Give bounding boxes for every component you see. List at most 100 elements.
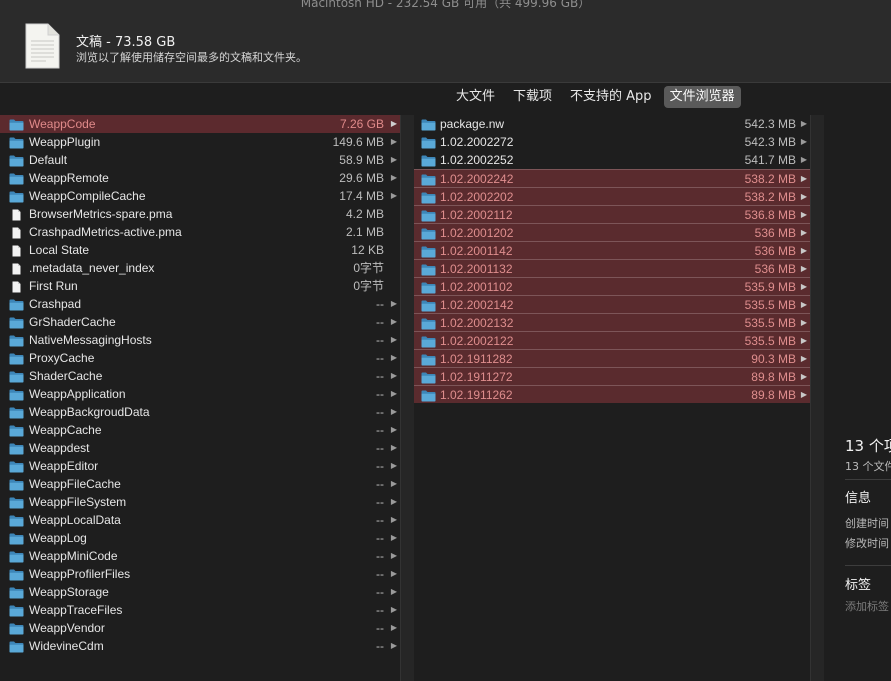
file-column-2[interactable]: package.nw 542.3 MB ▶ 1.02.2002272 542.3 MB ▶… — [414, 115, 810, 681]
folder-row[interactable]: 1.02.2002122 535.5 MB ▶ — [414, 331, 810, 349]
disclosure-arrow-icon[interactable]: ▶ — [391, 439, 397, 457]
item-size: -- — [376, 297, 384, 311]
tab-4[interactable]: 文件浏览器 — [663, 86, 741, 108]
folder-row[interactable]: WeappCache -- ▶ — [0, 421, 400, 439]
folder-row[interactable]: 1.02.2002242 538.2 MB ▶ — [414, 169, 810, 187]
folder-row[interactable]: 1.02.1911262 89.8 MB ▶ — [414, 385, 810, 403]
folder-row[interactable]: 1.02.2002202 538.2 MB ▶ — [414, 187, 810, 205]
folder-row[interactable]: ShaderCache -- ▶ — [0, 367, 400, 385]
folder-row[interactable]: 1.02.2001132 536 MB ▶ — [414, 259, 810, 277]
folder-row[interactable]: 1.02.2002112 536.8 MB ▶ — [414, 205, 810, 223]
folder-row[interactable]: WeappCode 7.26 GB ▶ — [0, 115, 400, 133]
disclosure-arrow-icon[interactable]: ▶ — [801, 386, 807, 404]
folder-row[interactable]: 1.02.2002252 541.7 MB ▶ — [414, 151, 810, 169]
disclosure-arrow-icon[interactable]: ▶ — [391, 367, 397, 385]
folder-row[interactable]: WeappStorage -- ▶ — [0, 583, 400, 601]
file-row[interactable]: .metadata_never_index 0字节 — [0, 259, 400, 277]
disclosure-arrow-icon[interactable]: ▶ — [391, 421, 397, 439]
file-row[interactable]: First Run 0字节 — [0, 277, 400, 295]
disclosure-arrow-icon[interactable]: ▶ — [391, 295, 397, 313]
disclosure-arrow-icon[interactable]: ▶ — [391, 169, 397, 187]
category-description: 浏览以了解使用储存空间最多的文稿和文件夹。 — [76, 51, 307, 64]
folder-row[interactable]: GrShaderCache -- ▶ — [0, 313, 400, 331]
folder-row[interactable]: Weappdest -- ▶ — [0, 439, 400, 457]
column-divider[interactable] — [400, 115, 415, 681]
folder-row[interactable]: WidevineCdm -- ▶ — [0, 637, 400, 655]
folder-row[interactable]: WeappBackgroudData -- ▶ — [0, 403, 400, 421]
disclosure-arrow-icon[interactable]: ▶ — [801, 188, 807, 206]
file-row[interactable]: CrashpadMetrics-active.pma 2.1 MB — [0, 223, 400, 241]
folder-row[interactable]: Crashpad -- ▶ — [0, 295, 400, 313]
disclosure-arrow-icon[interactable]: ▶ — [391, 457, 397, 475]
folder-row[interactable]: WeappFileCache -- ▶ — [0, 475, 400, 493]
disclosure-arrow-icon[interactable]: ▶ — [801, 314, 807, 332]
folder-row[interactable]: WeappCompileCache 17.4 MB ▶ — [0, 187, 400, 205]
folder-row[interactable]: 1.02.2001102 535.9 MB ▶ — [414, 277, 810, 295]
folder-row[interactable]: WeappEditor -- ▶ — [0, 457, 400, 475]
folder-row[interactable]: WeappMiniCode -- ▶ — [0, 547, 400, 565]
disclosure-arrow-icon[interactable]: ▶ — [391, 115, 397, 133]
disclosure-arrow-icon[interactable]: ▶ — [801, 368, 807, 386]
file-row[interactable]: Local State 12 KB — [0, 241, 400, 259]
disclosure-arrow-icon[interactable]: ▶ — [391, 331, 397, 349]
folder-row[interactable]: NativeMessagingHosts -- ▶ — [0, 331, 400, 349]
folder-row[interactable]: WeappLog -- ▶ — [0, 529, 400, 547]
disclosure-arrow-icon[interactable]: ▶ — [801, 350, 807, 368]
folder-row[interactable]: 1.02.1911282 90.3 MB ▶ — [414, 349, 810, 367]
tab-2[interactable]: 下载项 — [507, 86, 558, 108]
tab-1[interactable]: 大文件 — [450, 86, 501, 108]
disclosure-arrow-icon[interactable]: ▶ — [801, 170, 807, 188]
folder-row[interactable]: WeappFileSystem -- ▶ — [0, 493, 400, 511]
column-divider[interactable] — [810, 115, 825, 681]
disclosure-arrow-icon[interactable]: ▶ — [391, 385, 397, 403]
tab-3[interactable]: 不支持的 App — [564, 86, 658, 108]
disclosure-arrow-icon[interactable]: ▶ — [391, 637, 397, 655]
disclosure-arrow-icon[interactable]: ▶ — [801, 260, 807, 278]
disclosure-arrow-icon[interactable]: ▶ — [391, 151, 397, 169]
folder-row[interactable]: 1.02.2002142 535.5 MB ▶ — [414, 295, 810, 313]
disclosure-arrow-icon[interactable]: ▶ — [801, 332, 807, 350]
file-row[interactable]: BrowserMetrics-spare.pma 4.2 MB — [0, 205, 400, 223]
disclosure-arrow-icon[interactable]: ▶ — [391, 619, 397, 637]
folder-row[interactable]: WeappLocalData -- ▶ — [0, 511, 400, 529]
disclosure-arrow-icon[interactable]: ▶ — [391, 187, 397, 205]
disclosure-arrow-icon[interactable]: ▶ — [801, 133, 807, 151]
folder-row[interactable]: WeappPlugin 149.6 MB ▶ — [0, 133, 400, 151]
folder-row[interactable]: 1.02.1911272 89.8 MB ▶ — [414, 367, 810, 385]
disclosure-arrow-icon[interactable]: ▶ — [391, 475, 397, 493]
disclosure-arrow-icon[interactable]: ▶ — [391, 511, 397, 529]
disclosure-arrow-icon[interactable]: ▶ — [801, 242, 807, 260]
file-column-1[interactable]: WeappCode 7.26 GB ▶ WeappPlugin 149.6 MB ▶ Def… — [0, 115, 400, 681]
disclosure-arrow-icon[interactable]: ▶ — [391, 601, 397, 619]
add-tag-field[interactable]: 添加标签 — [845, 598, 889, 614]
folder-row[interactable]: WeappRemote 29.6 MB ▶ — [0, 169, 400, 187]
disclosure-arrow-icon[interactable]: ▶ — [801, 206, 807, 224]
disclosure-arrow-icon[interactable]: ▶ — [391, 565, 397, 583]
folder-icon — [9, 604, 24, 617]
disclosure-arrow-icon[interactable]: ▶ — [391, 583, 397, 601]
folder-row[interactable]: package.nw 542.3 MB ▶ — [414, 115, 810, 133]
disclosure-arrow-icon[interactable]: ▶ — [801, 115, 807, 133]
folder-row[interactable]: WeappTraceFiles -- ▶ — [0, 601, 400, 619]
folder-row[interactable]: WeappProfilerFiles -- ▶ — [0, 565, 400, 583]
disclosure-arrow-icon[interactable]: ▶ — [801, 278, 807, 296]
folder-icon — [421, 281, 436, 294]
folder-row[interactable]: 1.02.2002272 542.3 MB ▶ — [414, 133, 810, 151]
disclosure-arrow-icon[interactable]: ▶ — [391, 313, 397, 331]
folder-row[interactable]: 1.02.2002132 535.5 MB ▶ — [414, 313, 810, 331]
folder-row[interactable]: WeappVendor -- ▶ — [0, 619, 400, 637]
disclosure-arrow-icon[interactable]: ▶ — [391, 349, 397, 367]
disclosure-arrow-icon[interactable]: ▶ — [801, 296, 807, 314]
disclosure-arrow-icon[interactable]: ▶ — [801, 151, 807, 169]
folder-row[interactable]: 1.02.2001202 536 MB ▶ — [414, 223, 810, 241]
disclosure-arrow-icon[interactable]: ▶ — [391, 133, 397, 151]
disclosure-arrow-icon[interactable]: ▶ — [391, 547, 397, 565]
disclosure-arrow-icon[interactable]: ▶ — [391, 493, 397, 511]
folder-row[interactable]: ProxyCache -- ▶ — [0, 349, 400, 367]
folder-row[interactable]: WeappApplication -- ▶ — [0, 385, 400, 403]
folder-row[interactable]: 1.02.2001142 536 MB ▶ — [414, 241, 810, 259]
disclosure-arrow-icon[interactable]: ▶ — [391, 529, 397, 547]
disclosure-arrow-icon[interactable]: ▶ — [391, 403, 397, 421]
disclosure-arrow-icon[interactable]: ▶ — [801, 224, 807, 242]
folder-row[interactable]: Default 58.9 MB ▶ — [0, 151, 400, 169]
